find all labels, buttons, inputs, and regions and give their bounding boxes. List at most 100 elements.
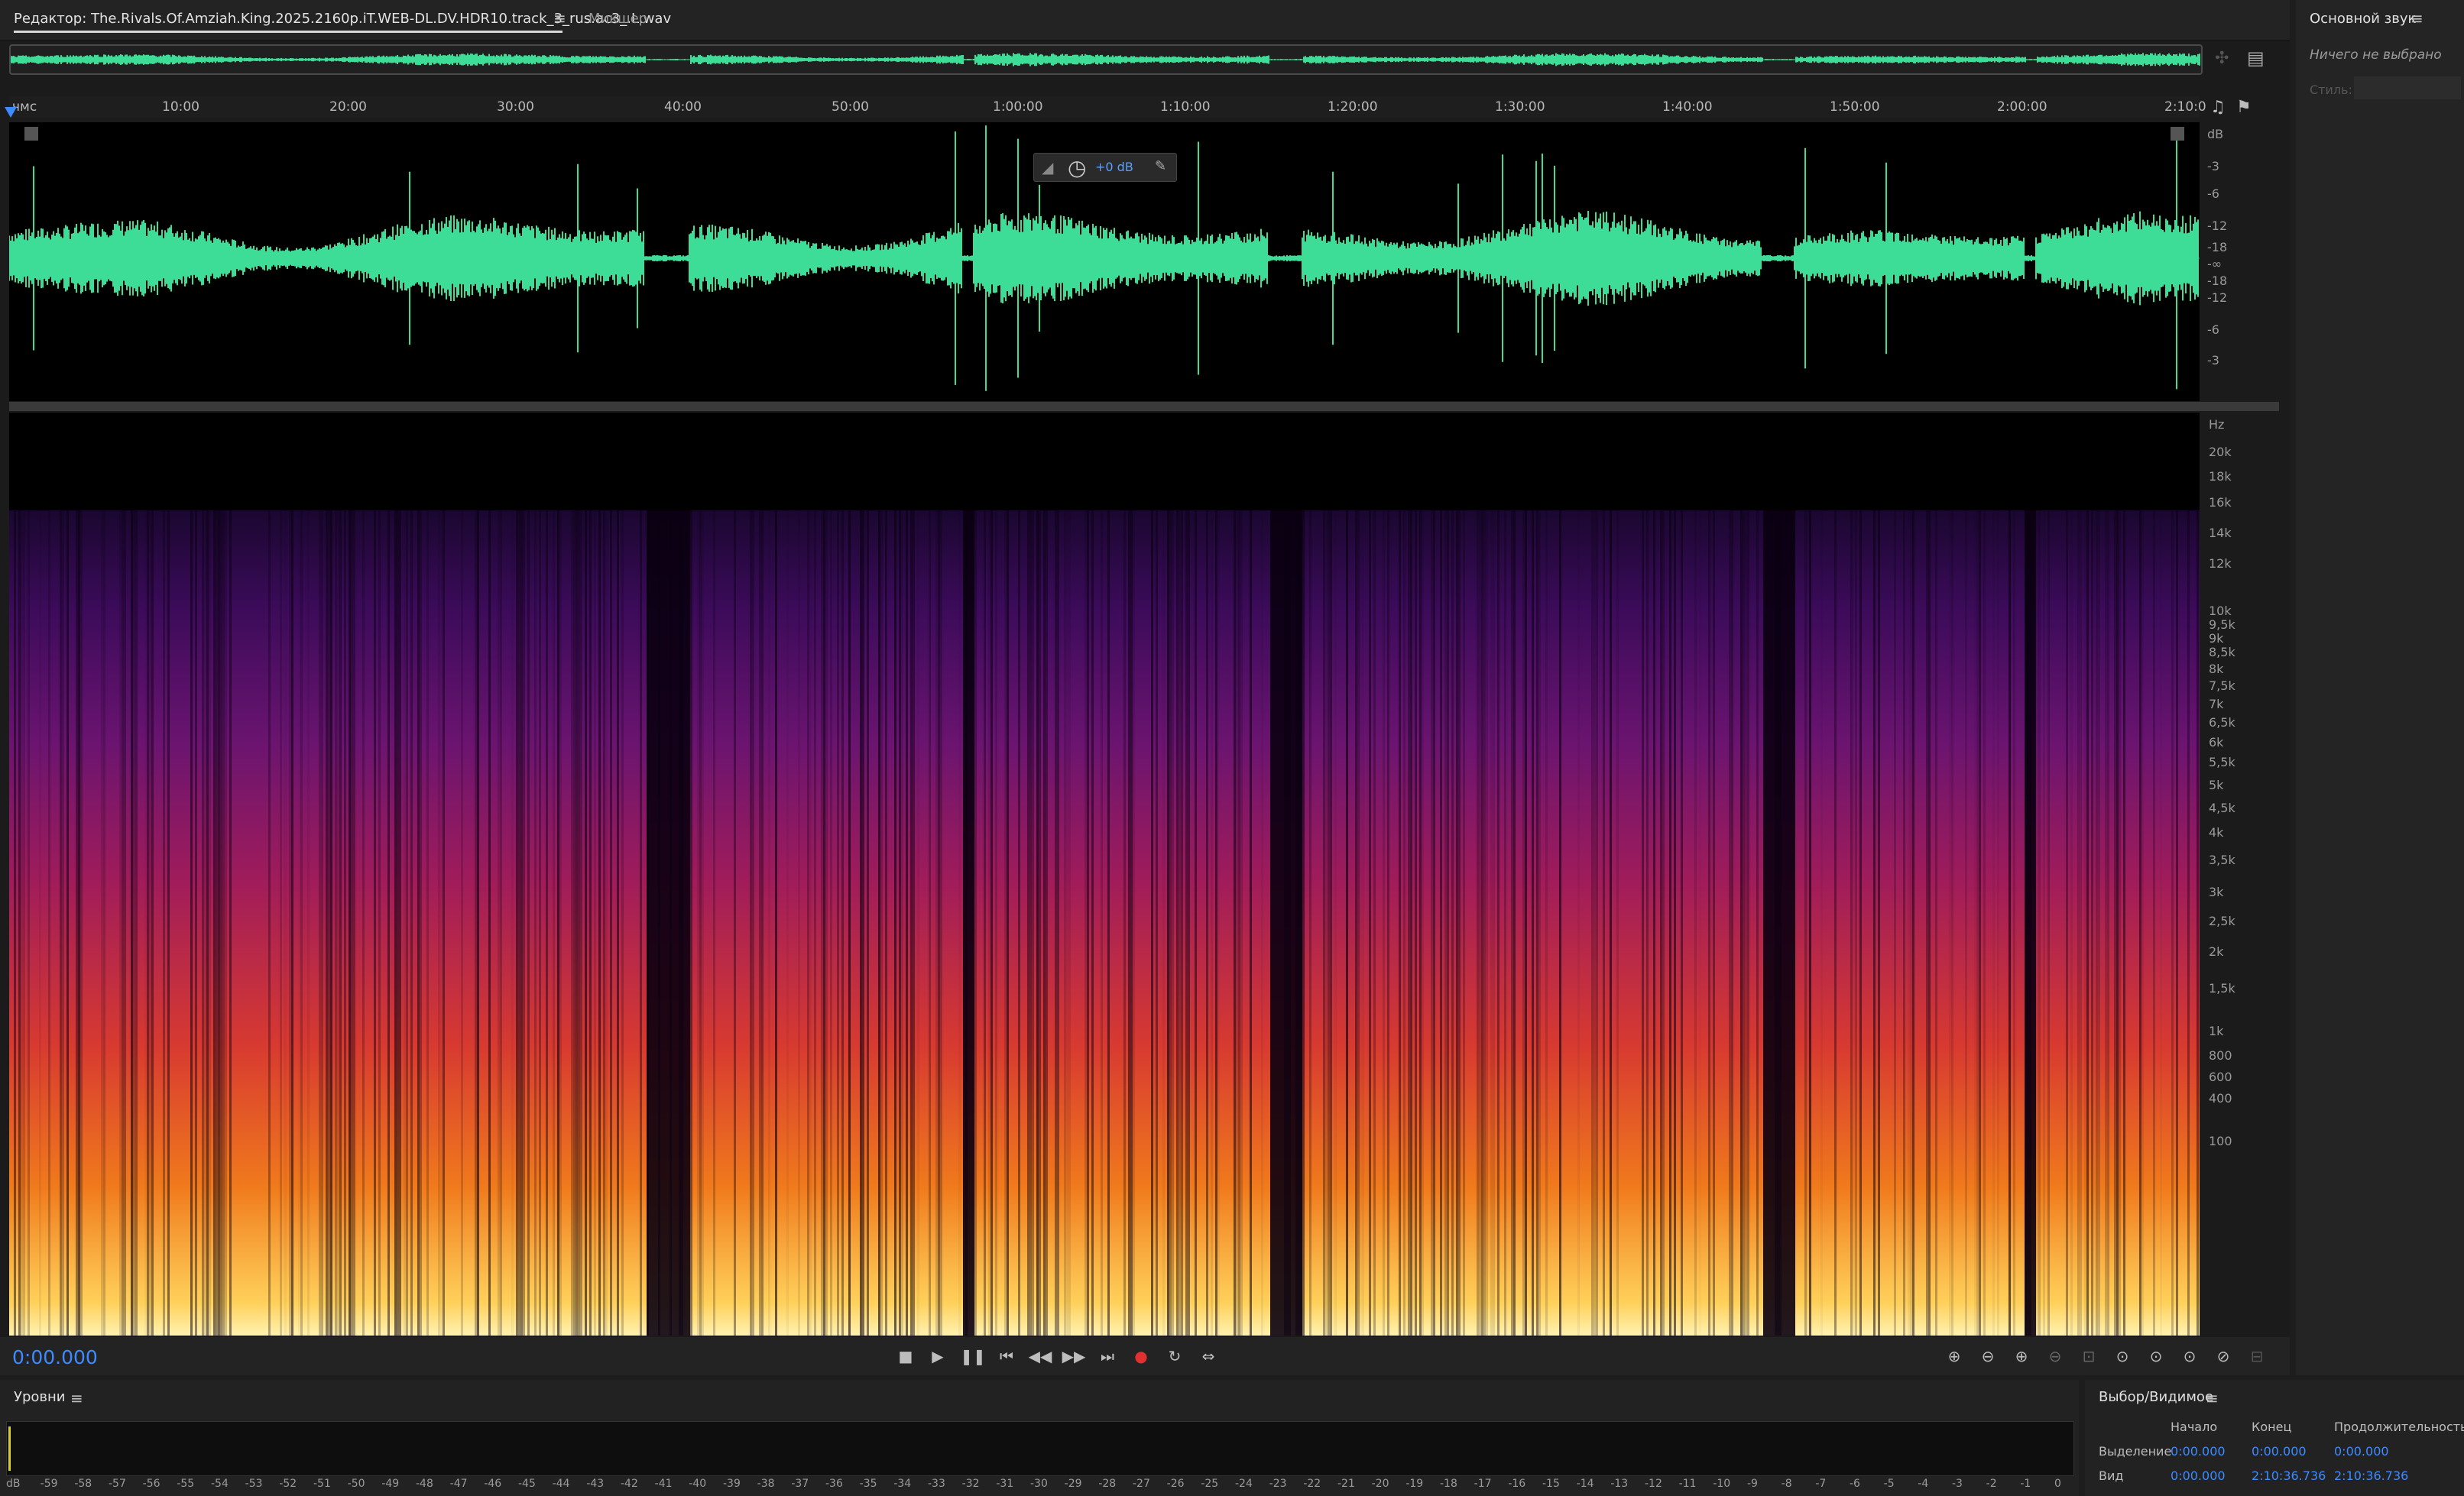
row-label-view: Вид: [2099, 1468, 2124, 1483]
meter-tick-label: -24: [1235, 1478, 1253, 1490]
meter-tick-label: -28: [1098, 1478, 1117, 1490]
zoom-track-icon[interactable]: ⊟: [2244, 1345, 2270, 1368]
ruler-label: 1:00:00: [993, 99, 1043, 115]
zoom-in-point-icon[interactable]: ⊙: [2109, 1345, 2135, 1368]
db-label: -12: [2207, 290, 2228, 305]
meter-tick-label: -26: [1166, 1478, 1185, 1490]
spectrogram-display[interactable]: [9, 413, 2200, 1336]
hz-label: 400: [2209, 1091, 2232, 1106]
play-icon[interactable]: ▶: [925, 1345, 951, 1368]
rewind-icon[interactable]: ◀◀: [1027, 1345, 1053, 1368]
skip-selection-icon[interactable]: ⇔: [1195, 1345, 1221, 1368]
zoom-in-time-icon[interactable]: ⊕: [2008, 1345, 2034, 1368]
meter-tick-label: -10: [1713, 1478, 1731, 1490]
record-icon[interactable]: ●: [1128, 1345, 1154, 1368]
meter-tick-label: -51: [313, 1478, 331, 1490]
stop-icon[interactable]: ■: [893, 1345, 919, 1368]
db-label: -18: [2207, 274, 2228, 288]
meter-tick-label: -27: [1133, 1478, 1150, 1490]
hz-label: 100: [2209, 1134, 2232, 1148]
style-label: Стиль:: [2310, 83, 2352, 97]
loop-icon[interactable]: ↻: [1162, 1345, 1188, 1368]
meter-tick-label: -5: [1883, 1478, 1895, 1490]
hz-label: 1,5k: [2209, 981, 2235, 996]
meter-tick-label: -57: [109, 1478, 126, 1490]
zoom-out-time-icon[interactable]: ⊖: [2042, 1345, 2068, 1368]
skip-start-icon[interactable]: ⏮: [994, 1345, 1020, 1368]
meter-tick-label: -58: [74, 1478, 92, 1490]
current-time[interactable]: 0:00.000: [12, 1346, 98, 1368]
channel-toggle-icon[interactable]: [2171, 127, 2184, 141]
hz-label: 7,5k: [2209, 678, 2235, 693]
meter-tick-label: -46: [484, 1478, 502, 1490]
meter-tick-label: dB: [6, 1478, 21, 1490]
meter-tick-label: -52: [279, 1478, 297, 1490]
meter-tick-label: -38: [757, 1478, 775, 1490]
ruler-label: 1:10:00: [1160, 99, 1211, 115]
hz-label: 8k: [2209, 662, 2224, 676]
volume-hud[interactable]: ◢ ◷ +0 dB ✎: [1033, 153, 1177, 182]
empty-state-text: Ничего не выбрано: [2310, 47, 2442, 63]
volume-knob-icon[interactable]: ◷: [1068, 155, 1086, 180]
ruler-label: 20:00: [329, 99, 367, 115]
panel-title[interactable]: Основной звук: [2310, 11, 2416, 27]
fast-forward-icon[interactable]: ▶▶: [1061, 1345, 1087, 1368]
meter-scale: dB -59 -58 -57 -56 -55 -54 -53 -52 -51 -50 -49 -48 -4…: [6, 1475, 2073, 1496]
db-label: -3: [2207, 159, 2219, 173]
channel-toggle-icon[interactable]: [24, 127, 38, 141]
hz-label: 3k: [2209, 885, 2224, 899]
meter-tick-label: -15: [1542, 1478, 1560, 1490]
transport-bar: 0:00.000 ■ ▶ ❚❚ ⏮ ◀◀ ▶▶ ⏭ ● ↻ ⇔ ⊕ ⊖ ⊕ ⊖ …: [0, 1337, 2290, 1375]
meter-tick-label: -37: [791, 1478, 809, 1490]
selection-start[interactable]: 0:00.000: [2171, 1444, 2226, 1459]
zoom-out-point-icon[interactable]: ⊙: [2143, 1345, 2169, 1368]
meter-tick-label: -49: [381, 1478, 400, 1490]
selection-end[interactable]: 0:00.000: [2252, 1444, 2307, 1459]
row-label-selection: Выделение: [2099, 1444, 2172, 1459]
meter-tick-label: -7: [1815, 1478, 1827, 1490]
db-label: -6: [2207, 186, 2219, 201]
zoom-fit-icon[interactable]: ✣: [2215, 49, 2229, 68]
panel-menu-icon[interactable]: ≡: [70, 1389, 83, 1407]
overview-navigator[interactable]: [9, 44, 2203, 75]
selection-duration[interactable]: 0:00.000: [2334, 1444, 2389, 1459]
tab-menu-icon[interactable]: ≡: [553, 9, 566, 28]
view-duration[interactable]: 2:10:36.736: [2334, 1468, 2408, 1483]
hz-label: 800: [2209, 1048, 2232, 1063]
ruler-label: 2:00:00: [1997, 99, 2047, 115]
frequency-scale: Hz 20k 18k 16k 14k 12k 10k 9,5k 9k 8,5k 8k 7,5k 7k 6,…: [2201, 413, 2285, 1336]
skip-end-icon[interactable]: ⏭: [1094, 1345, 1120, 1368]
meter-tick-label: -21: [1337, 1478, 1355, 1490]
view-end[interactable]: 2:10:36.736: [2252, 1468, 2326, 1483]
pin-icon[interactable]: ✎: [1155, 158, 1166, 174]
ruler-label: 1:20:00: [1328, 99, 1378, 115]
zoom-selection-icon[interactable]: ⊙: [2177, 1345, 2203, 1368]
time-ruler[interactable]: чмс 10:00 20:00 30:00 40:00 50:00 1:00:0…: [9, 96, 2206, 118]
view-splitter[interactable]: [9, 402, 2279, 411]
marker-icon[interactable]: ⚑: [2236, 98, 2252, 117]
view-start[interactable]: 0:00.000: [2171, 1468, 2226, 1483]
hz-label: 2k: [2209, 944, 2224, 959]
zoom-in-amplitude-icon[interactable]: ⊕: [1941, 1345, 1967, 1368]
meter-tick-label: -30: [1030, 1478, 1048, 1490]
hz-label: 20k: [2209, 445, 2232, 459]
meter-tick-label: -29: [1064, 1478, 1082, 1490]
panel-menu-icon[interactable]: ≡: [2206, 1389, 2219, 1407]
tab-mixer[interactable]: Микшер: [588, 11, 647, 27]
zoom-full-icon[interactable]: ⊡: [2076, 1345, 2102, 1368]
zoom-reset-icon[interactable]: ⊘: [2210, 1345, 2236, 1368]
panel-title[interactable]: Уровни: [14, 1389, 65, 1405]
tab-editor[interactable]: Редактор: The.Rivals.Of.Amziah.King.2025…: [14, 11, 671, 27]
zoom-out-amplitude-icon[interactable]: ⊖: [1975, 1345, 2001, 1368]
meter-tick-label: -2: [1986, 1478, 1997, 1490]
panel-menu-icon[interactable]: ≡: [2411, 9, 2423, 28]
meter-tick-label: -35: [859, 1478, 877, 1490]
panel-title[interactable]: Выбор/Видимое: [2099, 1389, 2213, 1405]
pause-icon[interactable]: ❚❚: [960, 1345, 986, 1368]
style-dropdown[interactable]: [2354, 76, 2461, 99]
playhead-marker[interactable]: [5, 107, 17, 118]
panel-layout-icon[interactable]: ▤: [2247, 47, 2265, 69]
meter-tick-label: -45: [518, 1478, 536, 1490]
meter-tick-label: -19: [1405, 1478, 1424, 1490]
headphones-icon[interactable]: ♫: [2210, 98, 2226, 117]
